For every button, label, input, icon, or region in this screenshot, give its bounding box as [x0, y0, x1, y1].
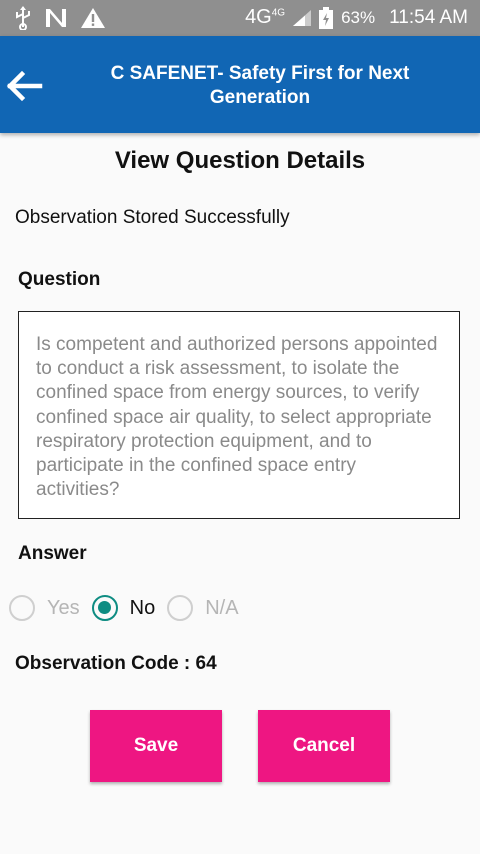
battery-percent: 63% — [341, 7, 376, 27]
app-title: C SAFENET- Safety First for Next Generat… — [110, 63, 410, 108]
radio-na-circle[interactable] — [167, 595, 194, 621]
status-bar: 4G4G 63% 11:54 AM — [0, 0, 480, 36]
signal-icon — [293, 9, 312, 26]
radio-no[interactable]: No — [91, 595, 156, 621]
radio-yes[interactable]: Yes — [9, 595, 80, 621]
radio-yes-label[interactable]: Yes — [47, 597, 80, 620]
status-left-icons — [14, 6, 106, 30]
usb-icon — [16, 6, 30, 30]
question-label: Question — [18, 269, 101, 290]
cancel-button[interactable]: Cancel — [258, 710, 390, 782]
warning-icon — [81, 8, 105, 28]
radio-na-label[interactable]: N/A — [205, 597, 238, 620]
save-button[interactable]: Save — [90, 710, 222, 782]
status-right: 4G4G 63% 11:54 AM — [245, 6, 468, 29]
question-box: Is competent and authorized persons appo… — [18, 311, 460, 519]
radio-no-label[interactable]: No — [130, 597, 156, 620]
status-message: Observation Stored Successfully — [15, 207, 290, 228]
battery-icon — [319, 6, 334, 29]
app-bar: C SAFENET- Safety First for Next Generat… — [0, 36, 480, 133]
radio-no-circle[interactable] — [91, 595, 118, 621]
answer-label: Answer — [18, 543, 87, 564]
arrow-left-icon[interactable] — [4, 66, 44, 106]
network-type: 4G4G — [245, 6, 286, 28]
no-sim-icon — [46, 9, 66, 27]
page-title: View Question Details — [114, 147, 366, 174]
answer-radio-group: Yes No N/A — [9, 595, 251, 621]
radio-yes-circle[interactable] — [9, 595, 35, 621]
clock: 11:54 AM — [389, 6, 468, 28]
question-text: Is competent and authorized persons appo… — [36, 334, 438, 501]
observation-code: Observation Code : 64 — [15, 653, 217, 674]
radio-na[interactable]: N/A — [167, 595, 239, 621]
